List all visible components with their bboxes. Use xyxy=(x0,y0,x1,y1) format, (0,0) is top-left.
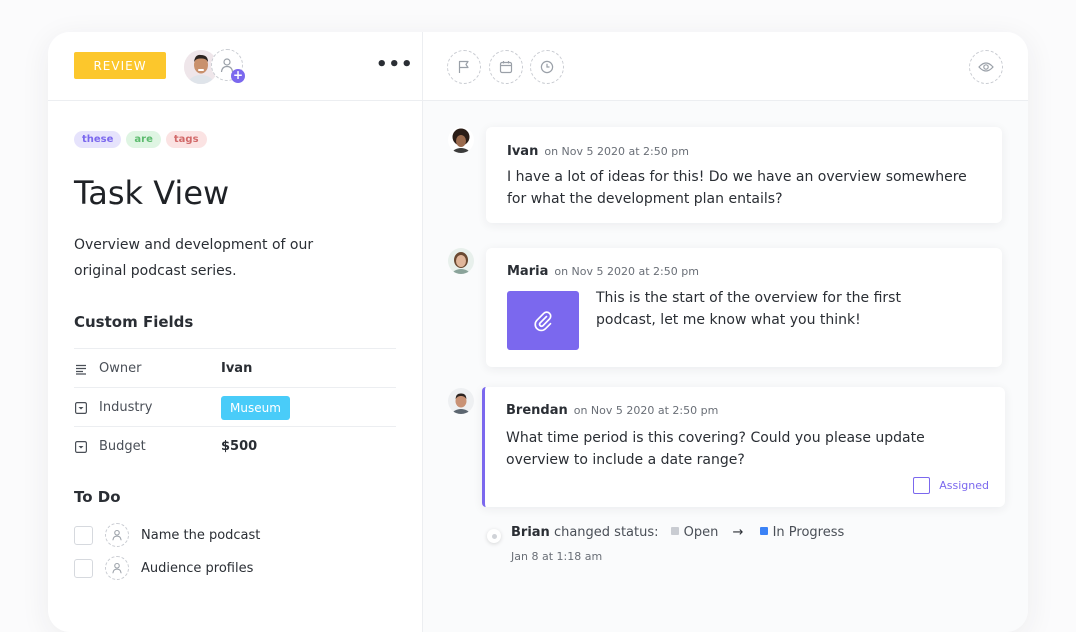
field-label: Industry xyxy=(99,400,153,415)
field-label: Owner xyxy=(99,361,142,376)
calendar-icon[interactable] xyxy=(489,50,523,84)
more-options-button[interactable]: ••• xyxy=(376,56,414,74)
task-description[interactable]: Overview and development of our original… xyxy=(74,232,364,284)
tags-row: these are tags xyxy=(74,131,207,148)
assigned-label: Assigned xyxy=(939,479,989,492)
comment-card: Ivan on Nov 5 2020 at 2:50 pm I have a lo… xyxy=(486,127,1002,223)
attachment-thumbnail[interactable] xyxy=(507,291,579,350)
text-lines-icon xyxy=(75,363,87,375)
comment-card-assigned: Brendan on Nov 5 2020 at 2:50 pm What tim… xyxy=(482,387,1005,507)
task-details-panel: REVIEW + ••• these are tags Task View Ov… xyxy=(48,32,422,632)
todo-item[interactable]: Name the podcast xyxy=(74,523,260,547)
activity-toolbar xyxy=(423,32,1028,101)
flag-icon[interactable] xyxy=(447,50,481,84)
tag[interactable]: are xyxy=(126,131,161,148)
todo-checkbox[interactable] xyxy=(74,558,93,578)
activity-panel: Ivan on Nov 5 2020 at 2:50 pm I have a lo… xyxy=(422,32,1028,632)
field-value-industry[interactable]: Museum xyxy=(221,395,290,420)
task-header: REVIEW + ••• xyxy=(48,32,422,101)
assign-user-icon[interactable] xyxy=(105,523,129,547)
comment-text: What time period is this covering? Could… xyxy=(506,430,925,468)
todo-item[interactable]: Audience profiles xyxy=(74,556,253,580)
status-button[interactable]: REVIEW xyxy=(74,52,166,79)
page-title: Task View xyxy=(74,174,230,212)
status-to: In Progress xyxy=(772,525,845,540)
add-assignee-button[interactable]: + xyxy=(211,49,245,83)
field-value-owner[interactable]: Ivan xyxy=(221,361,252,376)
custom-fields-heading: Custom Fields xyxy=(74,313,194,331)
activity-time: Jan 8 at 1:18 am xyxy=(511,550,603,563)
activity-user[interactable]: Brian xyxy=(511,525,550,540)
comment-time: on Nov 5 2020 at 2:50 pm xyxy=(544,145,689,158)
todo-heading: To Do xyxy=(74,488,121,506)
paperclip-icon xyxy=(534,310,552,331)
avatar xyxy=(448,248,474,274)
comment-text: This is the start of the overview for th… xyxy=(596,290,901,328)
status-from: Open xyxy=(683,525,719,540)
comment-author[interactable]: Brendan xyxy=(506,403,568,418)
comment-time: on Nov 5 2020 at 2:50 pm xyxy=(554,265,699,278)
eye-icon[interactable] xyxy=(969,50,1003,84)
task-view-card: REVIEW + ••• these are tags Task View Ov… xyxy=(48,32,1028,632)
status-dot-open xyxy=(670,527,679,535)
field-value-budget[interactable]: $500 xyxy=(221,439,257,454)
clock-icon[interactable] xyxy=(530,50,564,84)
field-row-owner[interactable]: Owner Ivan xyxy=(74,348,396,388)
tag[interactable]: tags xyxy=(165,131,207,148)
comment-author[interactable]: Maria xyxy=(507,264,548,279)
plus-icon: + xyxy=(231,68,245,83)
todo-label: Name the podcast xyxy=(141,527,261,543)
checkbox-icon xyxy=(913,477,931,494)
avatar xyxy=(448,127,474,153)
comment-time: on Nov 5 2020 at 2:50 pm xyxy=(573,404,719,417)
activity-action: changed status: xyxy=(553,525,659,540)
field-row-budget[interactable]: Budget $500 xyxy=(74,426,396,466)
field-label: Budget xyxy=(99,439,146,454)
status-dot-in-progress xyxy=(759,527,768,535)
tag[interactable]: these xyxy=(74,131,122,148)
arrow-icon: → xyxy=(732,525,744,540)
avatar xyxy=(448,388,474,414)
assigned-checkbox[interactable]: Assigned xyxy=(913,477,989,494)
assign-user-icon[interactable] xyxy=(105,556,129,580)
activity-dot-icon xyxy=(487,529,501,543)
status-change-activity: Brian changed status: Open → In Progress xyxy=(511,525,844,540)
field-row-industry[interactable]: Industry Museum xyxy=(74,387,396,427)
dropdown-icon xyxy=(75,401,87,414)
dropdown-icon xyxy=(75,440,87,453)
comment-author[interactable]: Ivan xyxy=(507,144,538,159)
todo-checkbox[interactable] xyxy=(74,525,93,545)
todo-label: Audience profiles xyxy=(141,560,254,576)
comment-card: Maria on Nov 5 2020 at 2:50 pm This is th… xyxy=(486,248,1002,367)
comment-text: I have a lot of ideas for this! Do we ha… xyxy=(507,169,967,207)
